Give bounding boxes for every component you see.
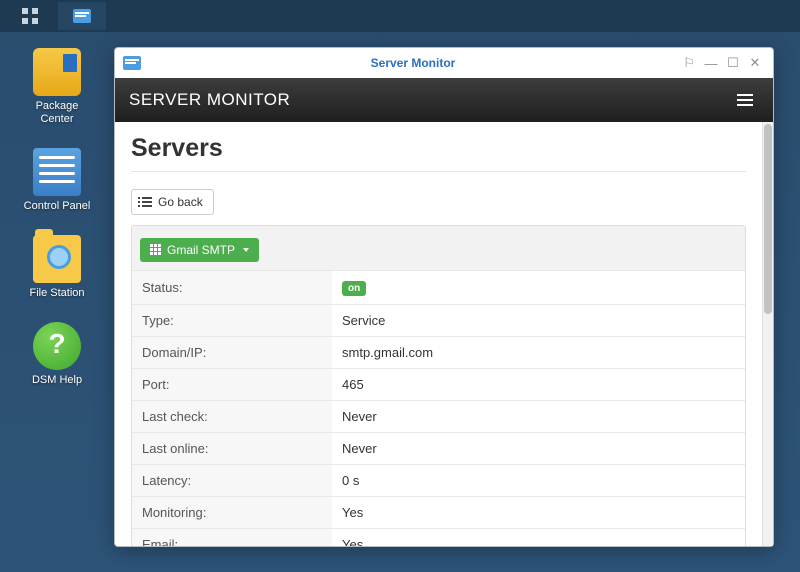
go-back-label: Go back (158, 195, 203, 209)
desktop-icon-package-center[interactable]: Package Center (22, 48, 92, 126)
table-row: Last check:Never (132, 400, 745, 432)
table-row: Latency:0 s (132, 464, 745, 496)
grid-icon (150, 244, 161, 255)
folder-search-icon (33, 235, 81, 283)
desktop-icons: Package Center Control Panel File Statio… (22, 48, 92, 409)
go-back-button[interactable]: Go back (131, 189, 214, 215)
row-label: Monitoring: (132, 496, 332, 528)
vertical-scrollbar[interactable] (762, 122, 773, 546)
app-title: SERVER MONITOR (129, 90, 290, 110)
table-row: Type:Service (132, 304, 745, 336)
scrollbar-thumb[interactable] (764, 124, 772, 314)
row-value: Never (332, 400, 745, 432)
desktop-icon-dsm-help[interactable]: ? DSM Help (22, 322, 92, 387)
chevron-down-icon (243, 248, 249, 252)
row-value: Never (332, 432, 745, 464)
row-value: Service (332, 304, 745, 336)
table-row: Email:Yes (132, 528, 745, 546)
taskbar (0, 0, 800, 32)
monitor-icon (73, 9, 91, 23)
row-label: Port: (132, 368, 332, 400)
table-row: Last online:Never (132, 432, 745, 464)
row-label: Status: (132, 270, 332, 304)
server-dropdown-button[interactable]: Gmail SMTP (140, 238, 259, 262)
desktop-icon-label: Package Center (22, 100, 92, 126)
window-minimize-button[interactable]: — (701, 53, 721, 73)
list-icon (142, 197, 152, 207)
help-icon: ? (33, 322, 81, 370)
row-value: 0 s (332, 464, 745, 496)
content-scroll-area[interactable]: Servers Go back Gmail SMTP Status: on Type… (115, 122, 762, 546)
app-header: SERVER MONITOR (115, 78, 773, 122)
window-server-monitor: Server Monitor ⚐ — ☐ ✕ SERVER MONITOR Se… (114, 47, 774, 547)
table-row: Status: on (132, 270, 745, 304)
row-value: smtp.gmail.com (332, 336, 745, 368)
panel-header: Gmail SMTP (132, 226, 745, 270)
row-label: Latency: (132, 464, 332, 496)
menu-button[interactable] (731, 88, 759, 112)
window-title: Server Monitor (149, 56, 677, 70)
status-badge: on (342, 281, 366, 296)
window-titlebar[interactable]: Server Monitor ⚐ — ☐ ✕ (115, 48, 773, 78)
row-label: Type: (132, 304, 332, 336)
row-value: on (332, 270, 745, 304)
divider (131, 171, 746, 172)
server-details-table: Status: on Type:ServiceDomain/IP:smtp.gmai… (132, 270, 745, 547)
desktop-icon-control-panel[interactable]: Control Panel (22, 148, 92, 213)
taskbar-apps-button[interactable] (6, 2, 54, 30)
row-value: Yes (332, 528, 745, 546)
row-label: Last check: (132, 400, 332, 432)
window-content: Servers Go back Gmail SMTP Status: on Type… (115, 122, 773, 546)
row-label: Last online: (132, 432, 332, 464)
window-app-icon (123, 56, 141, 70)
table-row: Monitoring:Yes (132, 496, 745, 528)
row-label: Domain/IP: (132, 336, 332, 368)
taskbar-server-monitor-button[interactable] (58, 2, 106, 30)
row-label: Email: (132, 528, 332, 546)
package-icon (33, 48, 81, 96)
desktop-icon-label: Control Panel (22, 200, 92, 213)
control-panel-icon (33, 148, 81, 196)
page-heading: Servers (131, 134, 746, 163)
desktop-icon-file-station[interactable]: File Station (22, 235, 92, 300)
window-maximize-button[interactable]: ☐ (723, 53, 743, 73)
desktop-icon-label: DSM Help (22, 374, 92, 387)
desktop-icon-label: File Station (22, 287, 92, 300)
table-row: Port:465 (132, 368, 745, 400)
row-value: 465 (332, 368, 745, 400)
window-pin-button[interactable]: ⚐ (679, 53, 699, 73)
window-close-button[interactable]: ✕ (745, 53, 765, 73)
apps-grid-icon (22, 8, 38, 24)
server-details-panel: Gmail SMTP Status: on Type:ServiceDomain/I… (131, 225, 746, 546)
row-value: Yes (332, 496, 745, 528)
table-row: Domain/IP:smtp.gmail.com (132, 336, 745, 368)
server-dropdown-label: Gmail SMTP (167, 243, 235, 257)
